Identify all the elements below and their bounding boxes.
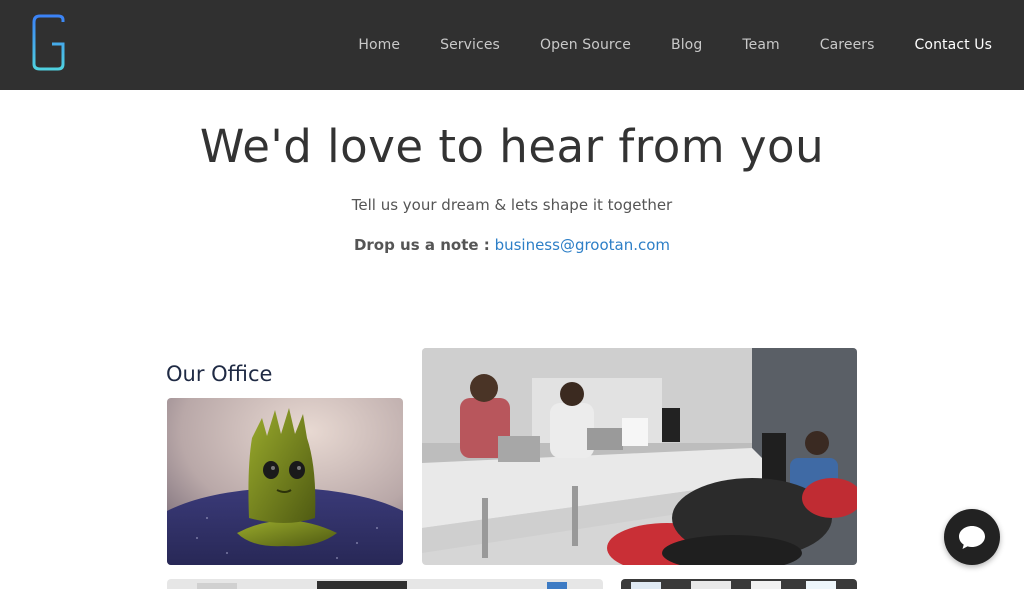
nav-contact-us[interactable]: Contact Us [915, 37, 992, 53]
office-photo-figurine [167, 398, 403, 565]
contact-email-link[interactable]: business@grootan.com [495, 236, 670, 254]
chat-button[interactable] [944, 509, 1000, 565]
site-header: Home Services Open Source Blog Team Care… [0, 0, 1024, 90]
nav-careers[interactable]: Careers [820, 37, 875, 53]
nav-services[interactable]: Services [440, 37, 500, 53]
grootan-logo-icon[interactable] [30, 14, 68, 72]
nav-home[interactable]: Home [358, 37, 400, 53]
hero-subtitle: Tell us your dream & lets shape it toget… [351, 196, 673, 214]
contact-note-label: Drop us a note : [353, 236, 490, 254]
office-photo-workspace [422, 348, 857, 565]
contact-note: Drop us a note : business@grootan.com [0, 236, 1024, 254]
main-nav: Home Services Open Source Blog Team Care… [318, 0, 992, 90]
office-photo-logos [621, 579, 857, 589]
office-section-title: Our Office [166, 362, 273, 386]
nav-blog[interactable]: Blog [671, 37, 702, 53]
page-title: We'd love to hear from you [199, 120, 825, 173]
nav-open-source[interactable]: Open Source [540, 37, 631, 53]
nav-team[interactable]: Team [742, 37, 779, 53]
chat-bubble-icon [959, 526, 985, 549]
office-photo-team [167, 579, 603, 589]
